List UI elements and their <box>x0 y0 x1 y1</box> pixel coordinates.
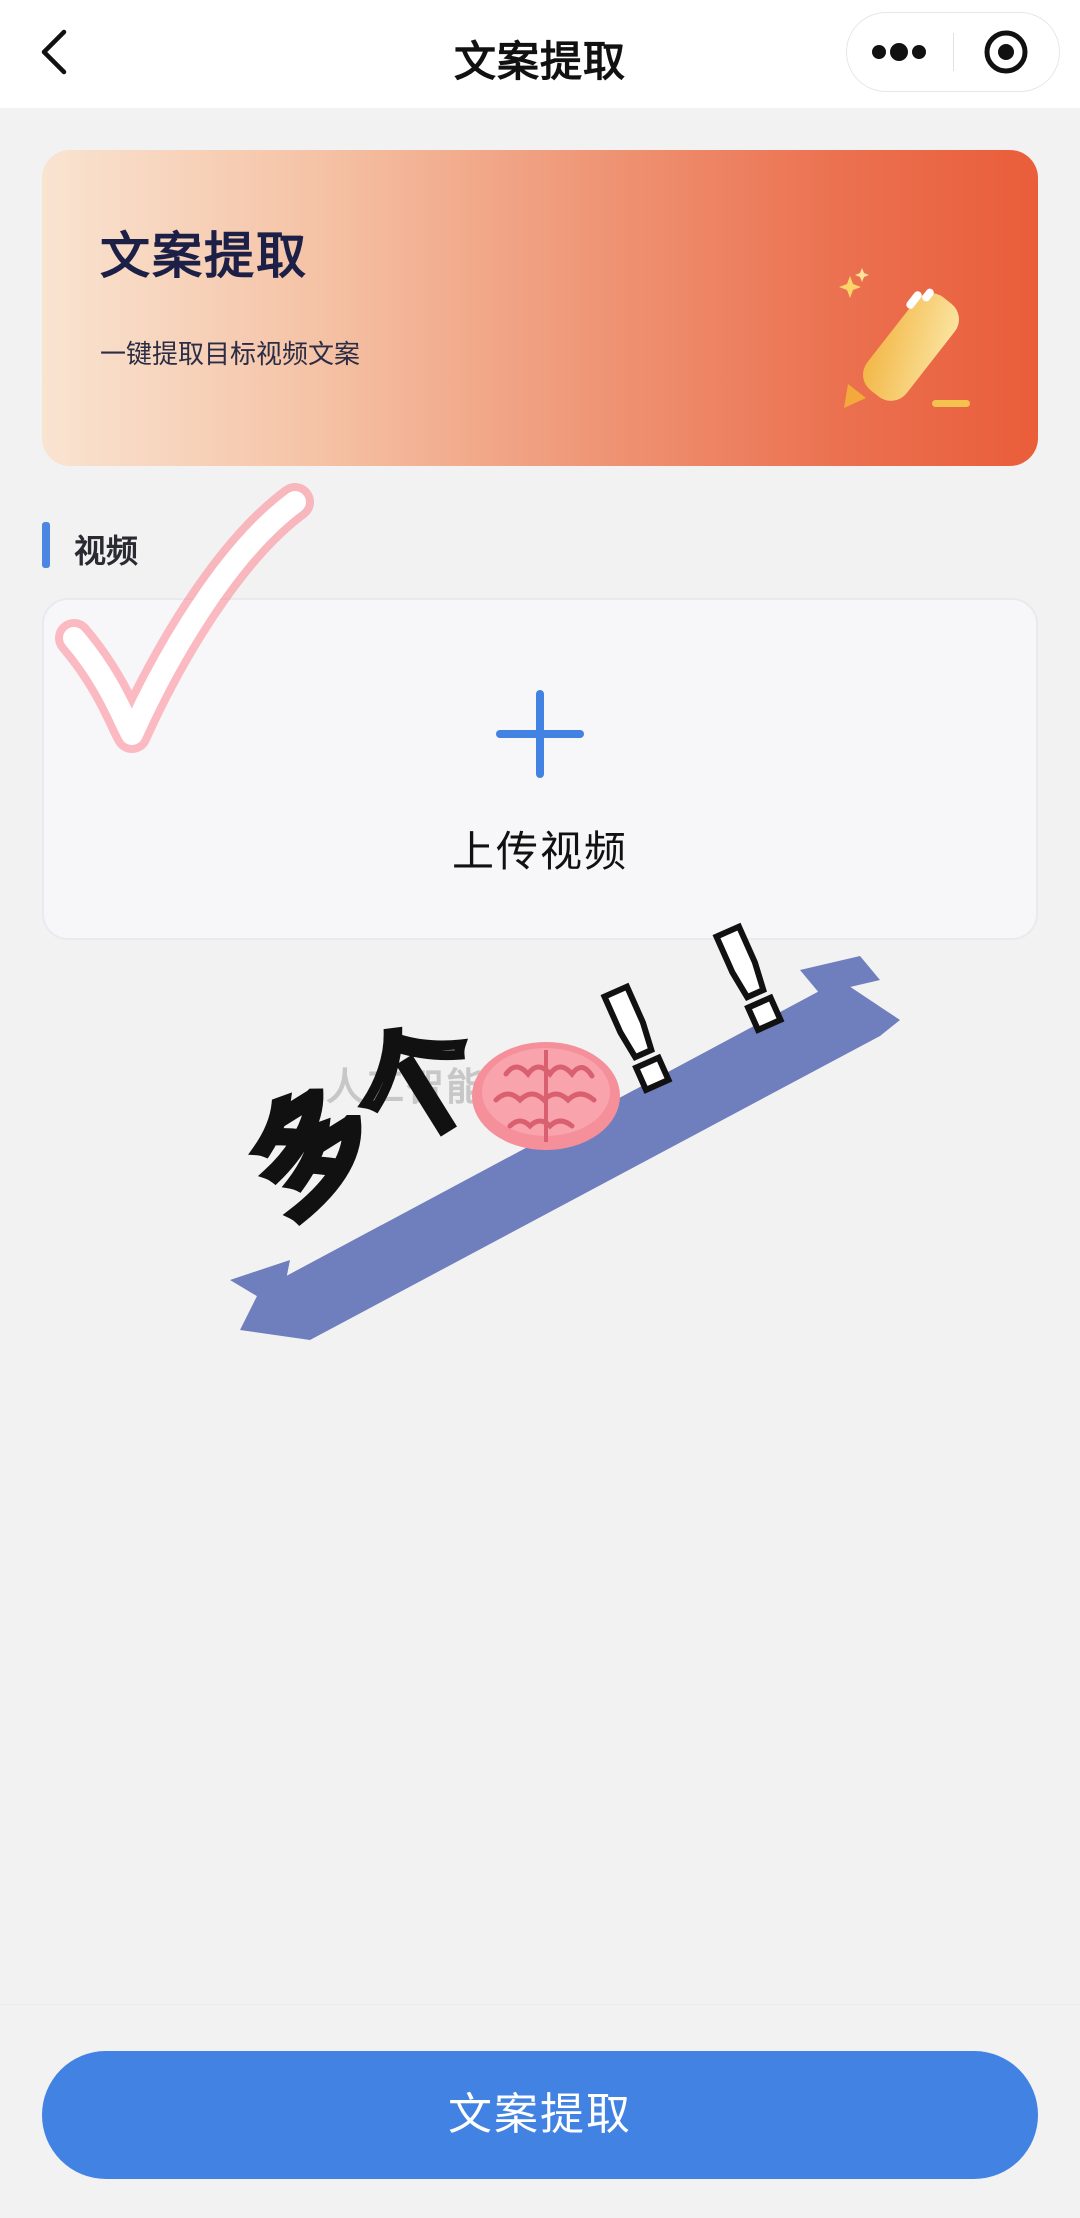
more-button[interactable] <box>847 13 953 91</box>
checkmark-icon <box>55 483 314 753</box>
mini-program-capsule <box>846 12 1060 92</box>
extract-copy-button[interactable]: 文案提取 <box>42 2051 1038 2179</box>
banner-subtitle: 一键提取目标视频文案 <box>100 340 361 370</box>
brain-icon <box>472 1042 620 1150</box>
record-circle-icon <box>984 30 1028 74</box>
feature-banner: 文案提取 一键提取目标视频文案 <box>42 150 1038 466</box>
banner-title: 文案提取 <box>100 227 308 285</box>
section-accent-bar <box>42 522 50 568</box>
upload-label: 上传视频 <box>451 827 628 876</box>
pencil-icon <box>839 268 970 408</box>
bottom-action-bar: 文案提取 <box>0 2004 1080 2218</box>
more-dots-icon <box>872 43 926 61</box>
plus-icon <box>496 690 584 778</box>
nav-header: 文案提取 <box>0 0 1080 108</box>
close-button[interactable] <box>954 13 1060 91</box>
